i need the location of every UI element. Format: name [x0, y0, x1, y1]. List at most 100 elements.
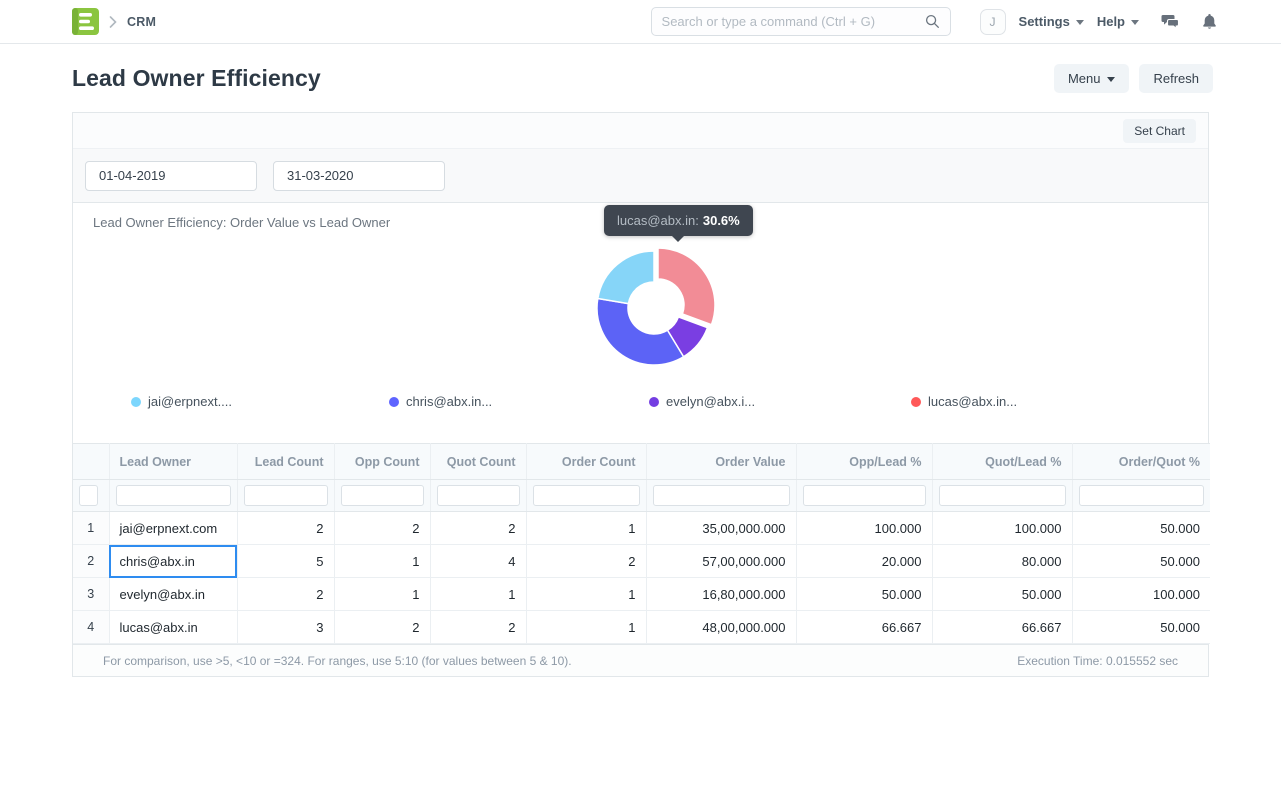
table-cell[interactable]: 1 [526, 610, 647, 644]
breadcrumb-chevron-icon [109, 15, 117, 28]
column-header[interactable]: Lead Count [237, 443, 335, 480]
table-cell[interactable]: 16,80,000.000 [646, 577, 797, 611]
page-head: Lead Owner Efficiency Menu Refresh [0, 44, 1281, 112]
table-cell[interactable]: jai@erpnext.com [109, 511, 238, 545]
table-cell[interactable]: 35,00,000.000 [646, 511, 797, 545]
table-cell[interactable]: 50.000 [796, 577, 933, 611]
table-cell[interactable]: 4 [430, 544, 527, 578]
legend-item: chris@abx.in... [389, 394, 492, 409]
table-cell[interactable]: 1 [334, 577, 431, 611]
chevron-down-icon [1075, 20, 1084, 25]
table-row: 2 chris@abx.in 5 1 4 2 57,00,000.000 20.000 80.0… [73, 544, 1210, 578]
table-cell[interactable]: 50.000 [1072, 610, 1210, 644]
breadcrumb[interactable]: CRM [127, 15, 156, 29]
chat-icon[interactable] [1161, 14, 1180, 30]
column-header[interactable]: Opp Count [334, 443, 431, 480]
table-cell[interactable]: 3 [237, 610, 335, 644]
filter-cell [237, 479, 335, 512]
donut-chart[interactable] [584, 238, 724, 378]
table-cell[interactable]: 50.000 [1072, 511, 1210, 545]
table-cell[interactable]: 2 [237, 511, 335, 545]
table-cell[interactable]: chris@abx.in [109, 544, 238, 578]
refresh-button[interactable]: Refresh [1139, 63, 1213, 93]
notifications-bell-icon[interactable] [1202, 13, 1217, 30]
table-cell[interactable]: 2 [430, 610, 527, 644]
table-row: 3 evelyn@abx.in 2 1 1 1 16,80,000.000 50.000 50.… [73, 577, 1210, 611]
table-cell[interactable]: 1 [334, 544, 431, 578]
erpnext-logo-icon[interactable] [72, 8, 99, 35]
global-search[interactable] [650, 7, 951, 36]
chart-legend: jai@erpnext.... chris@abx.in... evelyn@abx… [73, 394, 1208, 410]
filter-cell [334, 479, 431, 512]
filter-cell [109, 479, 238, 512]
table-cell[interactable]: 48,00,000.000 [646, 610, 797, 644]
table-cell[interactable]: 57,00,000.000 [646, 544, 797, 578]
date-filter-row [73, 149, 1208, 203]
table-cell[interactable]: 66.667 [932, 610, 1073, 644]
column-filter-input[interactable] [115, 485, 231, 506]
user-avatar[interactable]: J [979, 8, 1006, 35]
column-filter-input[interactable] [436, 485, 520, 506]
column-header[interactable]: Order Count [526, 443, 647, 480]
search-input[interactable] [661, 14, 925, 29]
table-cell[interactable]: 66.667 [796, 610, 933, 644]
row-index-cell[interactable]: 1 [73, 511, 110, 545]
column-header[interactable]: Quot/Lead % [932, 443, 1073, 480]
column-filter-input[interactable] [802, 485, 926, 506]
table-cell[interactable]: 2 [237, 577, 335, 611]
column-filter-input[interactable] [79, 485, 98, 506]
table-cell[interactable]: 1 [526, 577, 647, 611]
from-date-input[interactable] [85, 160, 257, 191]
column-filter-input[interactable] [652, 485, 790, 506]
row-index-cell[interactable]: 3 [73, 577, 110, 611]
table-cell[interactable]: 20.000 [796, 544, 933, 578]
table-cell[interactable]: 80.000 [932, 544, 1073, 578]
table-footer: For comparison, use >5, <10 or =324. For… [73, 644, 1208, 676]
legend-dot-icon [649, 396, 659, 407]
column-filter-input[interactable] [340, 485, 424, 506]
donut-slice-4[interactable] [657, 247, 716, 326]
table-cell[interactable]: 100.000 [1072, 577, 1210, 611]
legend-item: evelyn@abx.i... [649, 394, 755, 409]
table-cell[interactable]: 2 [526, 544, 647, 578]
column-header[interactable]: Order/Quot % [1072, 443, 1210, 480]
help-menu[interactable]: Help [1097, 14, 1139, 29]
row-index-cell[interactable]: 4 [73, 610, 110, 644]
column-filter-input[interactable] [1078, 485, 1204, 506]
execution-time: Execution Time: 0.015552 sec [1017, 653, 1178, 668]
table-cell[interactable]: 100.000 [932, 511, 1073, 545]
donut-slice-1[interactable] [596, 250, 655, 305]
menu-button[interactable]: Menu [1053, 63, 1130, 93]
settings-menu[interactable]: Settings [1019, 14, 1084, 29]
legend-dot-icon [911, 396, 921, 407]
legend-dot-icon [131, 396, 141, 407]
table-cell[interactable]: 50.000 [932, 577, 1073, 611]
report-container: Set Chart Lead Owner Efficiency: Order V… [72, 112, 1210, 677]
column-header[interactable]: Quot Count [430, 443, 527, 480]
column-filter-input[interactable] [532, 485, 640, 506]
legend-label: jai@erpnext.... [148, 394, 233, 409]
index-column-header[interactable] [73, 443, 110, 480]
column-header[interactable]: Lead Owner [109, 443, 238, 480]
filter-cell [73, 479, 110, 512]
table-cell[interactable]: 50.000 [1072, 544, 1210, 578]
table-cell[interactable]: 100.000 [796, 511, 933, 545]
column-filter-input[interactable] [938, 485, 1066, 506]
table-cell[interactable]: lucas@abx.in [109, 610, 238, 644]
table-cell[interactable]: 2 [334, 610, 431, 644]
column-header[interactable]: Order Value [646, 443, 797, 480]
table-cell[interactable]: evelyn@abx.in [109, 577, 238, 611]
to-date-input[interactable] [273, 160, 445, 191]
table-cell[interactable]: 1 [526, 511, 647, 545]
legend-label: chris@abx.in... [406, 394, 493, 409]
column-header[interactable]: Opp/Lead % [796, 443, 933, 480]
table-cell[interactable]: 1 [430, 577, 527, 611]
filter-cell [1072, 479, 1210, 512]
table-cell[interactable]: 5 [237, 544, 335, 578]
row-index-cell[interactable]: 2 [73, 544, 110, 578]
table-cell[interactable]: 2 [334, 511, 431, 545]
column-filter-input[interactable] [243, 485, 328, 506]
table-cell[interactable]: 2 [430, 511, 527, 545]
set-chart-button[interactable]: Set Chart [1123, 118, 1196, 143]
chevron-down-icon [1107, 76, 1116, 82]
